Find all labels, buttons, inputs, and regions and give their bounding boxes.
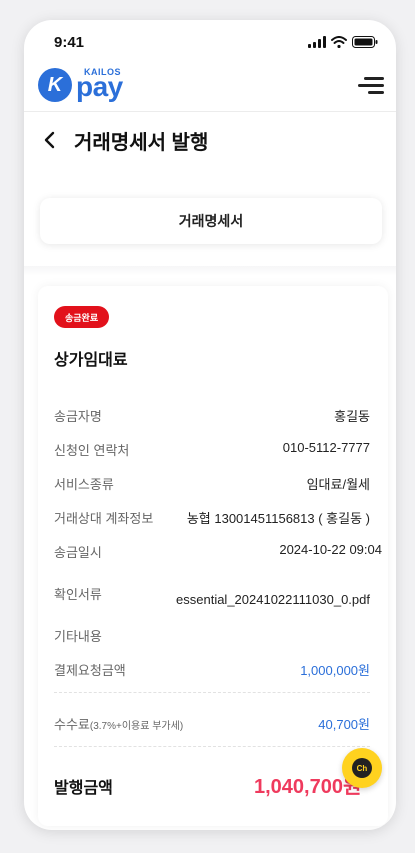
requested-amount-value: 1,000,000원	[300, 663, 370, 678]
applicant-phone-label: 신청인 연락처	[54, 443, 130, 458]
counterparty-account-label: 거래상대 계좌정보	[54, 511, 154, 526]
sender-name-value: 홍길동	[334, 409, 370, 424]
chat-button[interactable]: Ch	[342, 748, 382, 788]
remit-datetime-label: 송금일시	[54, 545, 102, 560]
detail-title: 상가임대료	[54, 352, 128, 369]
signal-icon	[308, 36, 326, 48]
fee-label-group: 수수료(3.7%+이용료 부가세)	[54, 714, 183, 733]
confirm-docs-label: 확인서류	[54, 587, 102, 602]
logo-big-text: pay	[76, 71, 123, 102]
title-row: 거래명세서 발행	[24, 120, 396, 164]
sender-name-label: 송금자명	[54, 409, 102, 424]
menu-icon[interactable]	[358, 74, 384, 96]
fee-value: 40,700원	[318, 717, 370, 732]
logo-wordmark: KAILOS pay	[74, 66, 144, 104]
battery-icon	[352, 36, 378, 48]
confirm-docs-value[interactable]: essential_20241022111030_0.pdf	[176, 592, 370, 607]
status-badge: 송금완료	[54, 306, 110, 328]
status-time: 9:41	[54, 34, 85, 51]
app-header: K KAILOS pay	[24, 64, 396, 112]
fee-note: (3.7%+이용료 부가세)	[89, 721, 184, 732]
status-bar: 9:41	[24, 20, 396, 64]
remit-datetime-value: 2024-10-22 09:04	[279, 542, 382, 557]
back-arrow-icon[interactable]	[38, 128, 62, 152]
logo-mark: K	[38, 68, 72, 102]
fee-label: 수수료	[54, 717, 90, 732]
service-type-label: 서비스종류	[54, 477, 114, 492]
page-title: 거래명세서 발행	[74, 132, 209, 154]
service-type-value: 임대료/월세	[306, 477, 370, 492]
dashed-divider	[54, 692, 370, 693]
phone-frame: 9:41 K KAILOS pay 거래명세서 발행 거래명세서 송금완료 상가…	[24, 20, 396, 830]
tab-transaction-statement[interactable]: 거래명세서	[40, 198, 382, 244]
wifi-icon	[331, 36, 347, 48]
kailos-pay-logo[interactable]: K KAILOS pay	[38, 66, 144, 104]
section-divider	[24, 266, 396, 276]
chat-icon: Ch	[352, 758, 372, 778]
transaction-detail-card: 송금완료 상가임대료 송금자명 홍길동 신청인 연락처 010-5112-777…	[38, 286, 388, 826]
status-icons	[308, 36, 378, 48]
other-info-label: 기타내용	[54, 629, 102, 644]
requested-amount-label: 결제요청금액	[54, 663, 126, 678]
counterparty-account-value: 농협 13001451156813 ( 홍길동 )	[186, 511, 370, 526]
dashed-divider	[54, 746, 370, 747]
total-amount-label: 발행금액	[54, 780, 113, 797]
applicant-phone-value: 010-5112-7777	[282, 440, 370, 455]
